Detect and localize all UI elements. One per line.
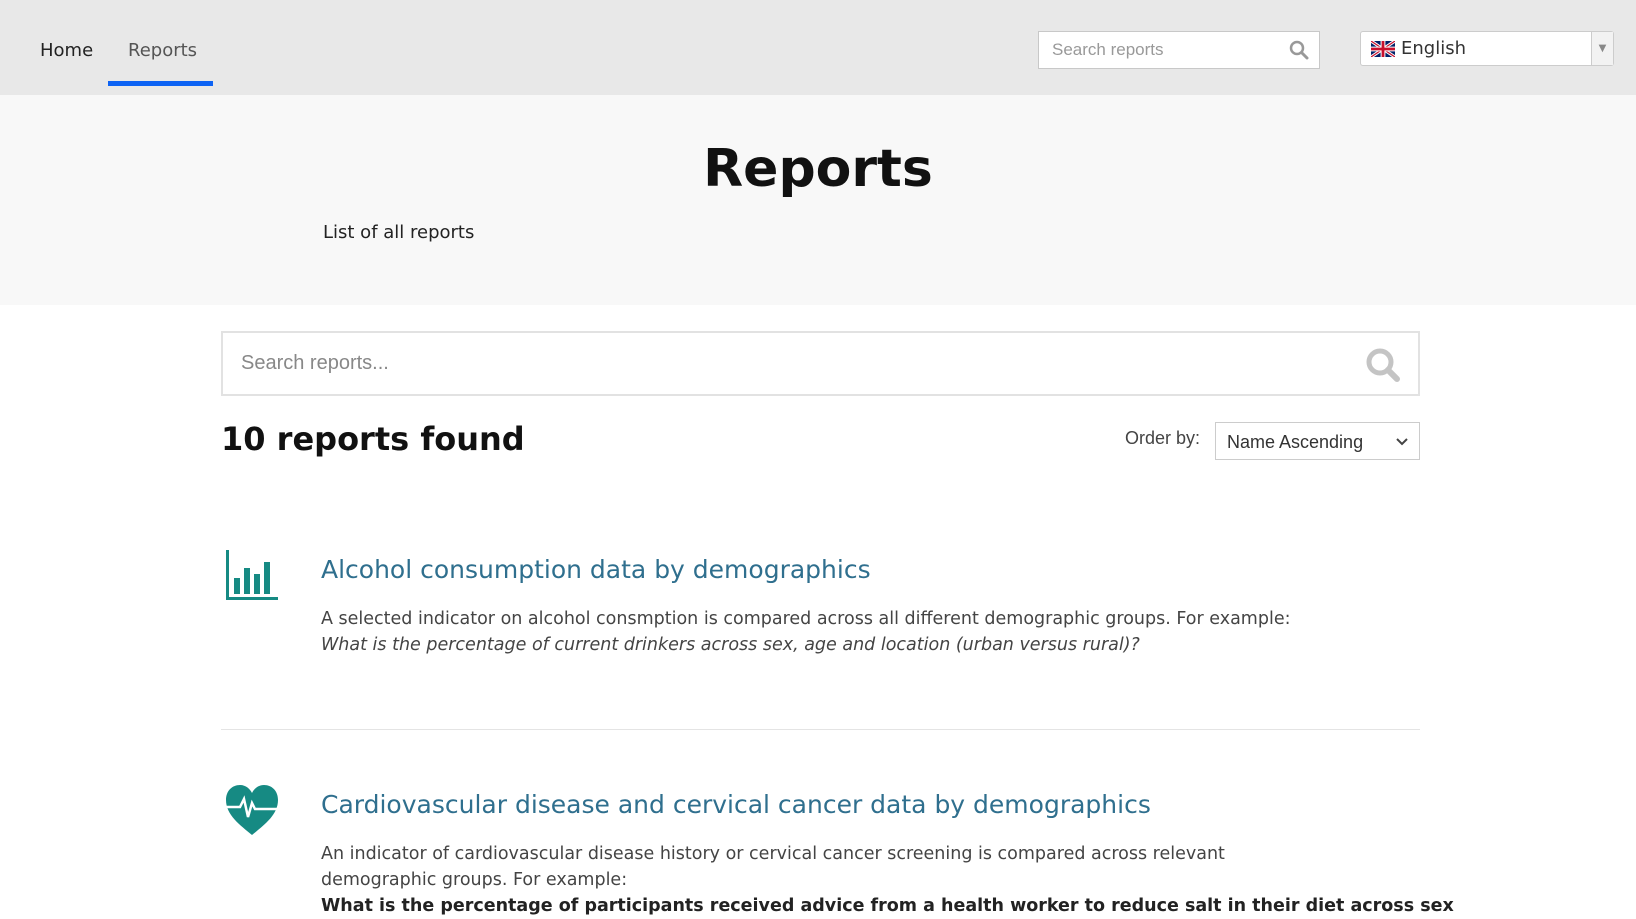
report-title-link[interactable]: Cardiovascular disease and cervical canc…	[321, 790, 1151, 819]
page-title: Reports	[703, 139, 933, 199]
header-search	[1038, 31, 1320, 69]
report-description: A selected indicator on alcohol consmpti…	[321, 606, 1321, 658]
page-header: Reports List of all reports	[0, 95, 1636, 305]
uk-flag-icon	[1371, 41, 1395, 57]
language-select[interactable]: English ▼	[1360, 31, 1614, 66]
report-search-input[interactable]	[223, 333, 1323, 394]
results-count: 10 reports found	[221, 420, 525, 458]
order-by-label: Order by:	[1125, 428, 1201, 448]
order-by-select[interactable]: Name Ascending	[1215, 422, 1420, 460]
search-icon[interactable]	[1364, 346, 1402, 388]
report-description-text: A selected indicator on alcohol consmpti…	[321, 609, 1291, 629]
report-example: What is the percentage of current drinke…	[321, 635, 1140, 655]
nav-reports[interactable]: Reports	[128, 40, 197, 61]
dropdown-arrow-icon[interactable]: ▼	[1591, 32, 1613, 65]
active-tab-indicator	[108, 81, 213, 86]
heart-pulse-icon	[226, 785, 278, 835]
report-example: What is the percentage of participants r…	[321, 896, 1454, 916]
report-title-link[interactable]: Alcohol consumption data by demographics	[321, 555, 871, 584]
chevron-down-icon	[1396, 438, 1408, 446]
search-icon[interactable]	[1289, 40, 1309, 64]
bar-chart-icon	[226, 550, 278, 600]
top-navbar: Home Reports English ▼	[0, 0, 1636, 95]
divider	[221, 729, 1420, 730]
page-subtitle: List of all reports	[323, 222, 475, 243]
report-description: An indicator of cardiovascular disease h…	[321, 841, 1454, 919]
language-label: English	[1401, 38, 1466, 59]
nav-home[interactable]: Home	[40, 40, 93, 61]
report-description-text: An indicator of cardiovascular disease h…	[321, 844, 1225, 890]
report-search	[221, 331, 1420, 396]
header-search-input[interactable]	[1039, 32, 1269, 68]
order-by-value: Name Ascending	[1227, 432, 1364, 452]
